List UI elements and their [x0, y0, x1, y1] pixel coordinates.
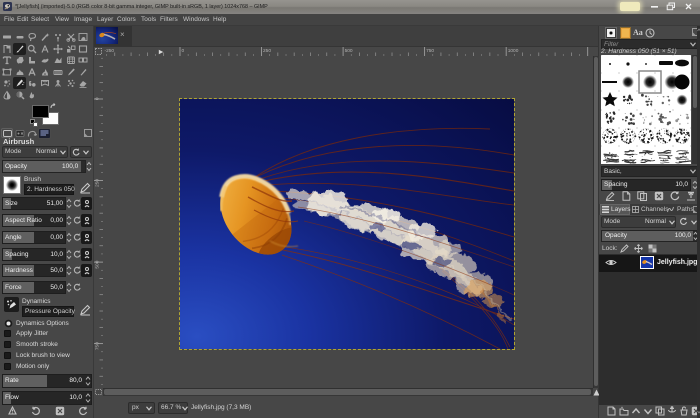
svg-text:250: 250 — [95, 179, 101, 187]
svg-text:750: 750 — [426, 48, 434, 54]
svg-text:-250: -250 — [105, 48, 115, 54]
svg-text:750: 750 — [95, 342, 101, 350]
svg-text:500: 500 — [95, 260, 101, 268]
svg-text:1000: 1000 — [508, 48, 519, 54]
svg-text:500: 500 — [345, 48, 353, 54]
svg-text:250: 250 — [263, 48, 271, 54]
svg-text:0: 0 — [182, 48, 185, 54]
svg-text:0: 0 — [95, 97, 101, 100]
